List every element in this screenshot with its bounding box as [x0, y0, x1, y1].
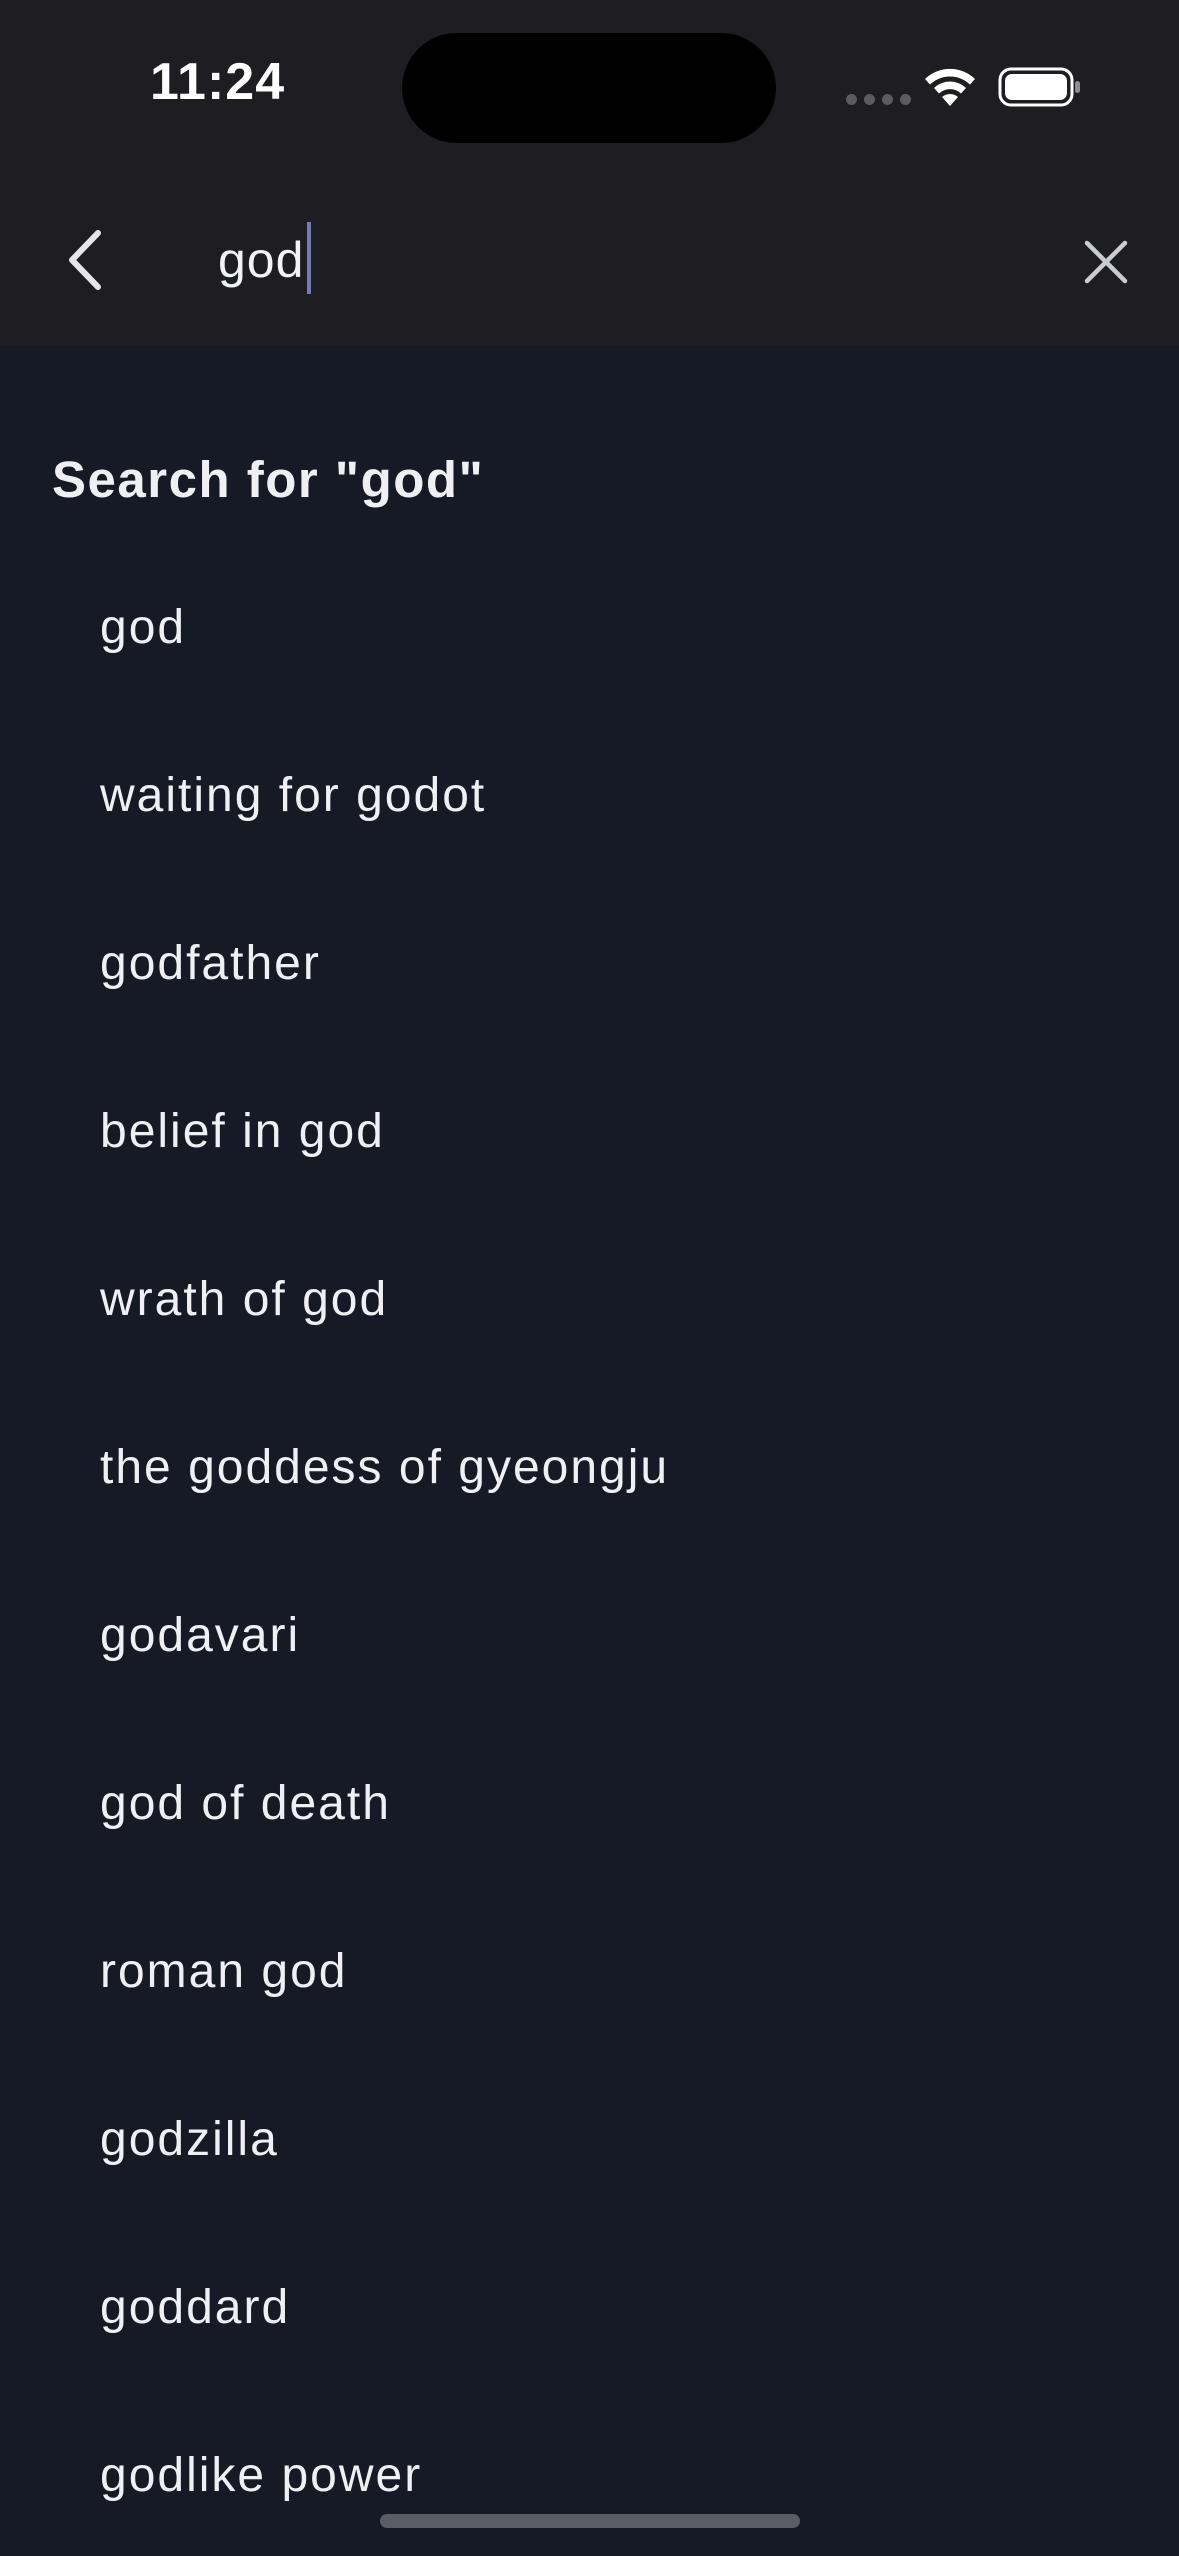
suggestion-item[interactable]: god of death [0, 1742, 1179, 1910]
chevron-left-icon [69, 230, 101, 290]
cellular-signal-icon [846, 94, 911, 105]
suggestion-item[interactable]: god [0, 566, 1179, 734]
suggestion-item[interactable]: godavari [0, 1574, 1179, 1742]
text-cursor [307, 222, 311, 294]
suggestion-item[interactable]: wrath of god [0, 1238, 1179, 1406]
suggestion-item[interactable]: godzilla [0, 2078, 1179, 2246]
suggestion-item[interactable]: goddard [0, 2246, 1179, 2414]
wifi-icon [925, 68, 975, 106]
suggestion-item[interactable]: waiting for godot [0, 734, 1179, 902]
home-indicator[interactable] [380, 2514, 800, 2528]
search-bar [0, 190, 1179, 330]
search-input[interactable] [218, 220, 1038, 300]
clear-search-button[interactable] [1068, 224, 1144, 300]
suggestion-item[interactable]: godlike power [0, 2414, 1179, 2506]
dynamic-island [402, 33, 776, 143]
suggestion-item[interactable]: roman god [0, 1910, 1179, 2078]
top-app-bar: 11:24 [0, 0, 1179, 346]
status-time: 11:24 [150, 53, 286, 111]
search-results: Search for "god" god waiting for godot g… [0, 346, 1179, 2506]
status-bar: 11:24 [0, 0, 1179, 180]
suggestion-item[interactable]: the goddess of gyeongju [0, 1406, 1179, 1574]
close-icon [1084, 240, 1128, 284]
suggestion-item[interactable]: godfather [0, 902, 1179, 1070]
search-for-heading[interactable]: Search for "god" [52, 450, 484, 509]
suggestion-list: god waiting for godot godfather belief i… [0, 566, 1179, 2506]
battery-icon [998, 67, 1080, 107]
suggestion-item[interactable]: belief in god [0, 1070, 1179, 1238]
back-button[interactable] [48, 222, 124, 298]
